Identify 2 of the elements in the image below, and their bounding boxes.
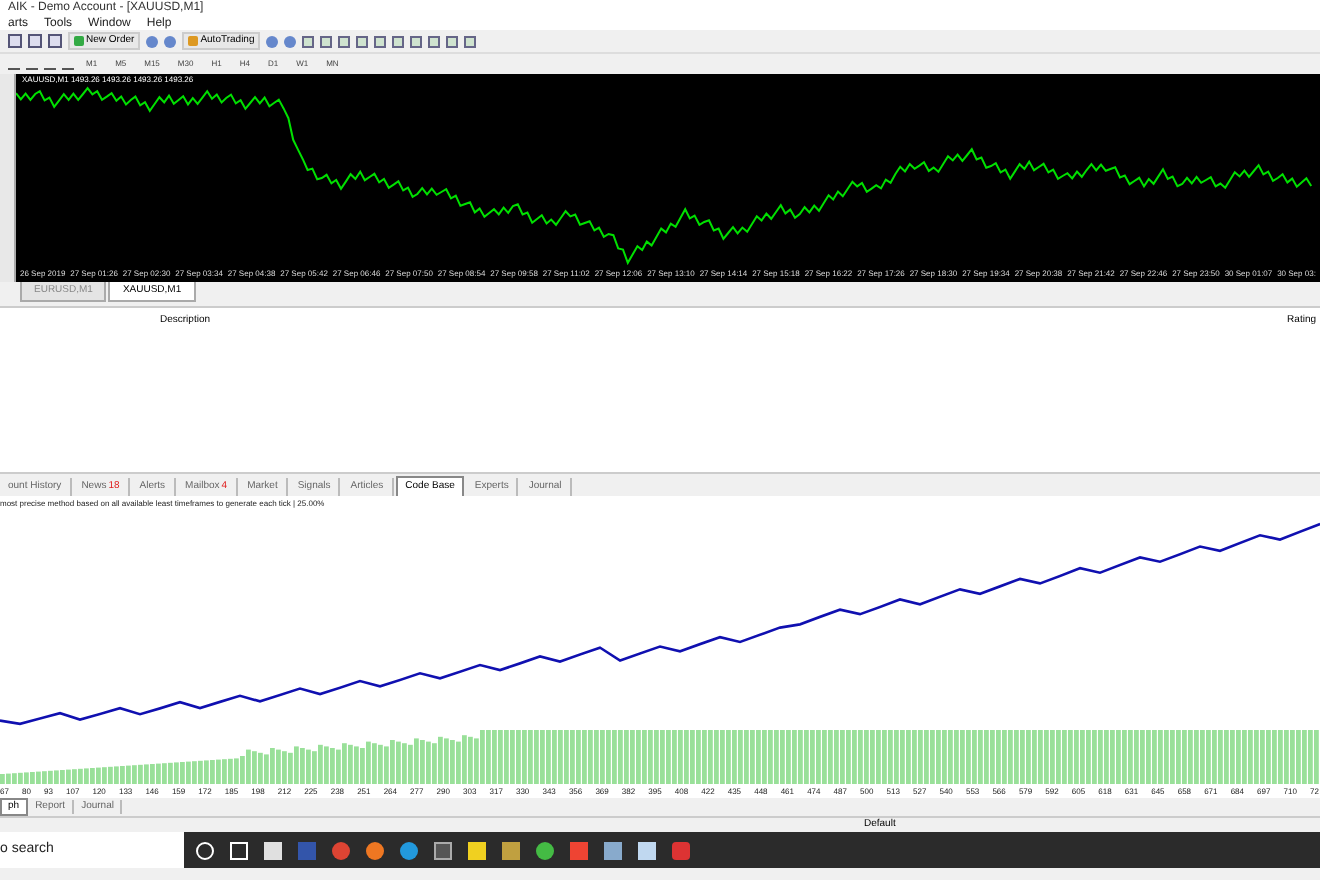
app-icon[interactable] <box>400 841 418 859</box>
chart-scrollbar[interactable] <box>0 74 16 282</box>
